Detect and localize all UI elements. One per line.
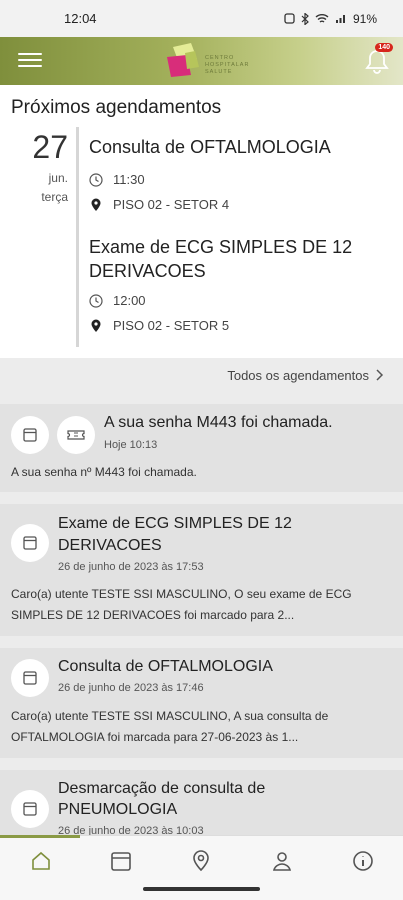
status-time: 12:04 <box>64 11 97 26</box>
nav-home[interactable] <box>29 849 53 873</box>
calendar-icon <box>23 428 37 442</box>
calendar-icon-wrap <box>11 416 49 454</box>
appointment-title: Consulta de OFTALMOLOGIA <box>89 137 331 157</box>
calendar-icon <box>23 671 37 685</box>
clock-icon <box>89 172 103 187</box>
nav-info[interactable] <box>351 849 375 873</box>
battery-level: 91% <box>352 11 377 26</box>
date-weekday: terça <box>41 190 68 204</box>
location-pin-icon <box>91 198 101 211</box>
ticket-icon-wrap <box>57 416 95 454</box>
notification-card[interactable]: A sua senha M443 foi chamada. Hoje 10:13… <box>0 404 403 492</box>
calendar-icon-wrap <box>11 790 49 828</box>
notification-title-line1: Exame de ECG SIMPLES DE 12 <box>58 515 292 532</box>
notification-card[interactable]: Desmarcação de consulta de PNEUMOLOGIA 2… <box>0 770 403 835</box>
notification-body-line2: SIMPLES DE 12 DERIVACOES foi marcado par… <box>11 608 295 622</box>
ticket-icon <box>67 430 85 440</box>
notification-body-line2: OFTALMOLOGIA foi marcada para 27-06-2023… <box>11 730 299 744</box>
appointment-time-row: 11:30 <box>89 172 145 187</box>
appointment-title-line1: Exame de ECG SIMPLES DE 12 <box>89 237 353 257</box>
nav-location[interactable] <box>189 849 213 873</box>
calendar-icon <box>23 536 37 550</box>
calendar-icon-wrap <box>11 524 49 562</box>
appointment-time: 11:30 <box>113 172 145 187</box>
notification-card[interactable]: Exame de ECG SIMPLES DE 12 DERIVACOES 26… <box>0 504 403 636</box>
chevron-right-icon <box>376 369 384 381</box>
upcoming-section: Próximos agendamentos 27 jun. terça Cons… <box>0 85 403 358</box>
all-appointments-label: Todos os agendamentos <box>227 368 369 383</box>
appointment-time-row: 12:00 <box>89 293 146 308</box>
status-icons: 91% <box>284 12 377 26</box>
notification-date: 26 de junho de 2023 às 17:46 <box>58 682 204 694</box>
appointment-location-row: PISO 02 - SETOR 5 <box>89 318 229 333</box>
appointment-location: PISO 02 - SETOR 4 <box>113 197 230 212</box>
home-icon <box>32 851 50 870</box>
profile-icon <box>272 852 292 871</box>
nfc-icon <box>284 13 295 24</box>
notification-date: 26 de junho de 2023 às 10:03 <box>58 825 204 835</box>
nav-profile[interactable] <box>270 849 294 873</box>
timeline-divider <box>76 127 79 347</box>
signal-icon <box>335 15 345 23</box>
notification-badge: 140 <box>375 43 393 52</box>
all-appointments-link[interactable]: Todos os agendamentos <box>0 358 403 396</box>
notification-title-line1: Desmarcação de consulta de <box>58 780 266 797</box>
notification-body-line1: Caro(a) utente TESTE SSI MASCULINO, A su… <box>11 709 329 723</box>
appointment-location-row: PISO 02 - SETOR 4 <box>89 197 229 212</box>
notification-body-line1: Caro(a) utente TESTE SSI MASCULINO, O se… <box>11 587 352 601</box>
appointment-location: PISO 02 - SETOR 5 <box>113 318 230 333</box>
info-icon <box>353 851 373 871</box>
location-icon <box>193 850 209 872</box>
date-month: jun. <box>48 171 68 185</box>
appointment-time: 12:00 <box>113 293 146 308</box>
nav-calendar[interactable] <box>109 849 133 873</box>
system-home-bar[interactable] <box>143 887 260 891</box>
date-block: 27 jun. terça <box>22 131 68 204</box>
app-header: CENTRO HOSPITALAR SALUTE 140 <box>0 37 403 85</box>
bluetooth-icon <box>301 12 309 25</box>
logo-text: CENTRO HOSPITALAR SALUTE <box>205 55 250 75</box>
logo: CENTRO HOSPITALAR SALUTE <box>163 41 253 81</box>
calendar-icon <box>23 802 37 816</box>
section-title: Próximos agendamentos <box>11 97 222 118</box>
notification-body: A sua senha nº M443 foi chamada. <box>11 465 197 479</box>
wifi-icon <box>315 14 329 23</box>
scroll-indicator <box>0 835 80 838</box>
calendar-icon <box>111 852 131 871</box>
appointment-title-line2: DERIVACOES <box>89 261 206 281</box>
notification-card[interactable]: Consulta de OFTALMOLOGIA 26 de junho de … <box>0 648 403 758</box>
status-bar: 12:04 91% <box>0 0 403 37</box>
logo-mark <box>167 43 199 77</box>
notification-title: Consulta de OFTALMOLOGIA <box>58 658 273 675</box>
location-pin-icon <box>91 319 101 332</box>
notifications-button[interactable]: 140 <box>363 43 393 75</box>
notification-title-line2: DERIVACOES <box>58 537 162 554</box>
menu-button[interactable] <box>18 49 42 73</box>
clock-icon <box>89 293 103 308</box>
appointment-item[interactable]: Exame de ECG SIMPLES DE 12 DERIVACOES <box>89 235 352 283</box>
date-day: 27 <box>32 129 68 165</box>
notification-title: A sua senha M443 foi chamada. <box>104 414 333 431</box>
notification-title-line2: PNEUMOLOGIA <box>58 801 178 818</box>
notification-date: 26 de junho de 2023 às 17:53 <box>58 561 204 573</box>
notification-date: Hoje 10:13 <box>104 439 158 451</box>
calendar-icon-wrap <box>11 659 49 697</box>
appointment-item[interactable]: Consulta de OFTALMOLOGIA <box>89 135 331 159</box>
bottom-navigation <box>0 835 403 900</box>
